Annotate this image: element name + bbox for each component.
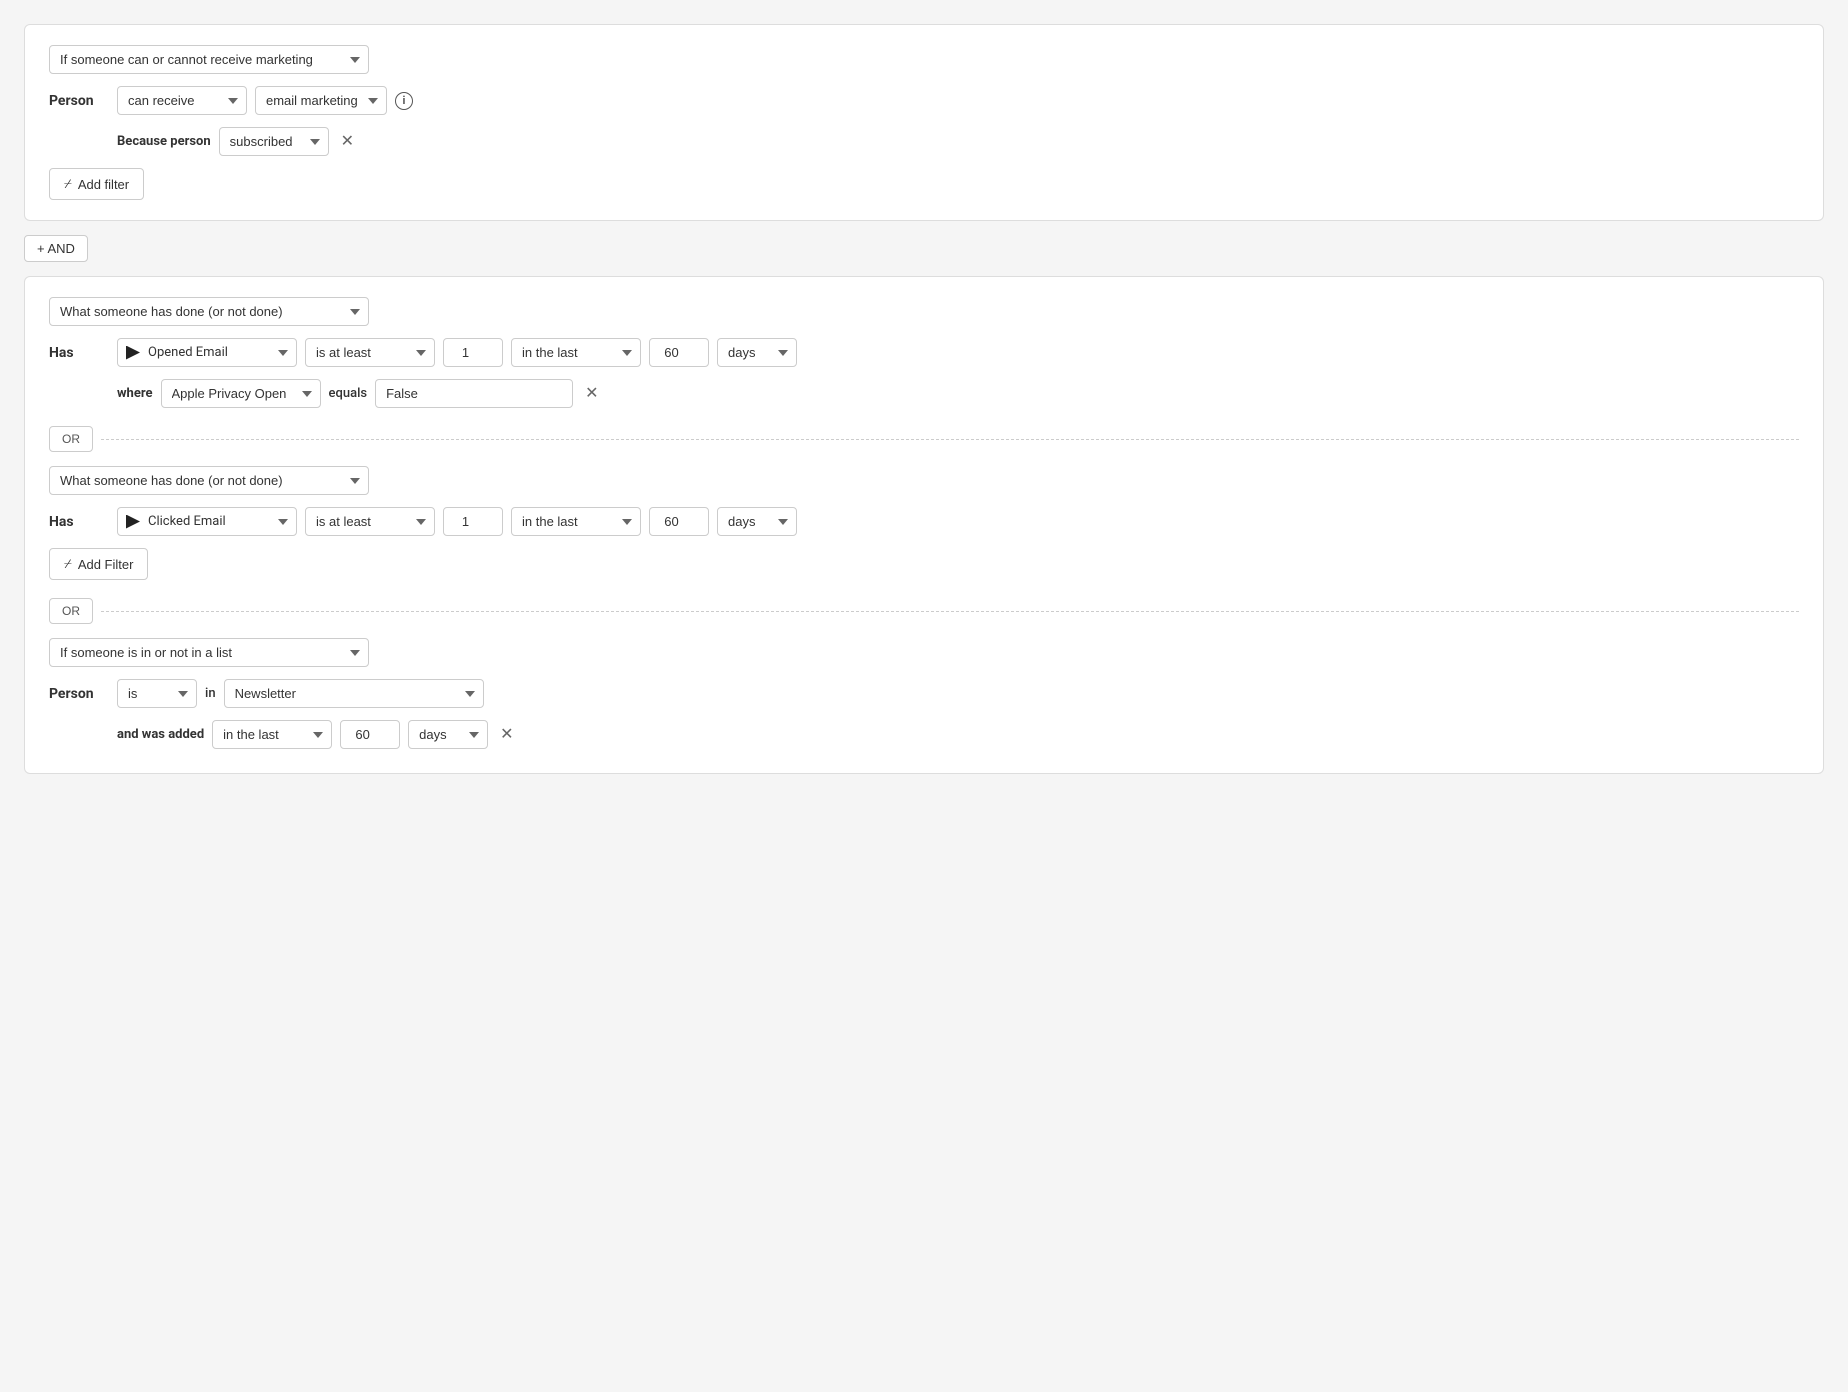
subsection1-has-label: Has [49,345,109,361]
value-input1[interactable] [443,338,503,367]
block1-add-filter-label: Add filter [78,177,129,192]
subsection1-condition-select[interactable]: What someone has done (or not done) [49,297,369,326]
subsection2-has-label: Has [49,514,109,530]
block1-add-filter-button[interactable]: ⌿ Add filter [49,168,144,200]
block1-can-receive-select[interactable]: can receive [117,86,247,115]
opened-email-select[interactable]: Opened Email [117,338,297,367]
subsection1-has-row: Has Opened Email is at least in the last… [49,338,1799,367]
subsection3-added-row: and was added in the last days ✕ [49,720,1799,749]
where-close-button[interactable]: ✕ [581,386,602,402]
block1: If someone can or cannot receive marketi… [24,24,1824,221]
clicked-email-select[interactable]: Clicked Email [117,507,297,536]
in-label: in [205,686,216,701]
is-at-least-select1[interactable]: is at least [305,338,435,367]
or-line1 [101,439,1799,440]
subsection2-condition-row: What someone has done (or not done) [49,466,1799,495]
is-at-least-select2[interactable]: is at least [305,507,435,536]
subsection2-condition-select[interactable]: What someone has done (or not done) [49,466,369,495]
block1-because-row: Because person subscribed ✕ [49,127,1799,156]
block1-email-marketing-select[interactable]: email marketing [255,86,387,115]
subsection2-add-filter-label: Add Filter [78,557,134,572]
added-close-button[interactable]: ✕ [496,727,517,743]
filter-icon2: ⌿ [64,556,72,572]
in-the-last-select2[interactable]: in the last [511,507,641,536]
and-was-added-label: and was added [117,727,204,742]
block1-close-button[interactable]: ✕ [337,134,358,150]
or-separator1: OR [49,426,1799,452]
equals-label: equals [329,386,368,401]
days-input2[interactable] [649,507,709,536]
days-select1[interactable]: days [717,338,797,367]
block1-add-filter-row: ⌿ Add filter [49,168,1799,200]
subsection3-person-row: Person is in Newsletter [49,679,1799,708]
value-input2[interactable] [443,507,503,536]
days-input1[interactable] [649,338,709,367]
subsection1-condition-row: What someone has done (or not done) [49,297,1799,326]
opened-email-label: Opened Email [148,345,228,360]
or-button2[interactable]: OR [49,598,93,624]
and-connector: + AND [24,235,1824,262]
subsection2-has-row: Has Clicked Email is at least in the las… [49,507,1799,536]
newsletter-select[interactable]: Newsletter [224,679,484,708]
or-button1[interactable]: OR [49,426,93,452]
subsection1: What someone has done (or not done) Has … [49,297,1799,412]
days-select2[interactable]: days [717,507,797,536]
subsection3-condition-select[interactable]: If someone is in or not in a list [49,638,369,667]
subsection3: If someone is in or not in a list Person… [49,638,1799,753]
subsection2-add-filter-button[interactable]: ⌿ Add Filter [49,548,148,580]
or-line2 [101,611,1799,612]
clicked-email-icon [126,515,140,529]
because-person-label: Because person [117,134,211,149]
block1-subscribed-select[interactable]: subscribed [219,127,329,156]
subsection2-add-filter-row: ⌿ Add Filter [49,548,1799,580]
block1-person-row: Person can receive email marketing i [49,86,1799,115]
clicked-email-label: Clicked Email [148,514,226,529]
false-value-input[interactable] [375,379,573,408]
subsection2: What someone has done (or not done) Has … [49,466,1799,584]
apple-privacy-select[interactable]: Apple Privacy Open [161,379,321,408]
or-separator2: OR [49,598,1799,624]
in-the-last-select3[interactable]: in the last [212,720,332,749]
subsection3-person-label: Person [49,686,109,702]
filter-icon: ⌿ [64,176,72,192]
info-icon[interactable]: i [395,92,413,110]
subsection3-condition-row: If someone is in or not in a list [49,638,1799,667]
block1-condition-select[interactable]: If someone can or cannot receive marketi… [49,45,369,74]
days-input3[interactable] [340,720,400,749]
block2: What someone has done (or not done) Has … [24,276,1824,774]
in-the-last-select1[interactable]: in the last [511,338,641,367]
and-button[interactable]: + AND [24,235,88,262]
block1-condition-row: If someone can or cannot receive marketi… [49,45,1799,74]
block1-person-label: Person [49,93,109,109]
opened-email-icon [126,346,140,360]
is-select[interactable]: is [117,679,197,708]
days-select3[interactable]: days [408,720,488,749]
where-label: where [117,386,153,401]
subsection1-where-row: where Apple Privacy Open equals ✕ [49,379,1799,408]
